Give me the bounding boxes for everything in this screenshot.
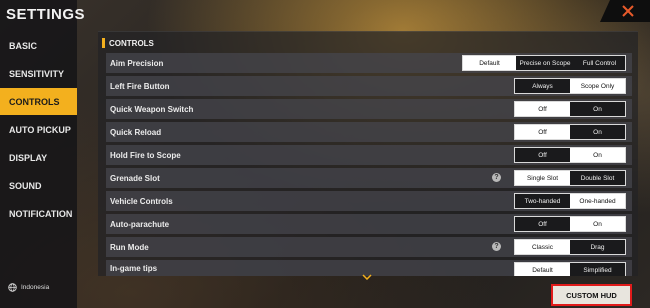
option-off[interactable]: Off (515, 217, 570, 231)
chevron-down-icon[interactable] (362, 272, 372, 282)
row-hold-fire-to-scope: Hold Fire to Scope Off On (106, 145, 632, 165)
region-selector[interactable]: Indonesia (8, 283, 49, 292)
setting-label: Auto-parachute (110, 219, 170, 229)
option-classic[interactable]: Classic (515, 240, 570, 254)
sidebar-item-auto-pickup[interactable]: AUTO PICKUP (0, 116, 77, 143)
option-always[interactable]: Always (515, 79, 570, 93)
hold-fire-to-scope-toggle: Off On (514, 147, 626, 163)
vehicle-controls-toggle: Two-handed One-handed (514, 193, 626, 209)
option-default[interactable]: Default (463, 56, 516, 70)
row-quick-reload: Quick Reload Off On (106, 122, 632, 142)
sidebar-item-sensitivity[interactable]: SENSITIVITY (0, 60, 77, 87)
region-label: Indonesia (21, 284, 50, 291)
setting-label: Left Fire Button (110, 81, 170, 91)
sidebar-item-notification[interactable]: NOTIFICATION (0, 200, 77, 227)
in-game-tips-toggle: Default Simplified (514, 262, 626, 276)
setting-label: Hold Fire to Scope (110, 150, 181, 160)
setting-label: Run Mode (110, 242, 149, 252)
option-double-slot[interactable]: Double Slot (570, 171, 625, 185)
option-off[interactable]: Off (515, 148, 570, 162)
grenade-slot-toggle: Single Slot Double Slot (514, 170, 626, 186)
quick-reload-toggle: Off On (514, 124, 626, 140)
setting-label: Vehicle Controls (110, 196, 173, 206)
section-accent-bar (102, 38, 105, 48)
sidebar: SETTINGS BASIC SENSITIVITY CONTROLS AUTO… (0, 0, 85, 308)
question-icon[interactable]: ? (492, 242, 501, 251)
aim-precision-toggle: Default Precise on Scope Full Control (462, 55, 626, 71)
option-off[interactable]: Off (515, 125, 570, 139)
sidebar-item-sound[interactable]: SOUND (0, 172, 77, 199)
controls-panel: CONTROLS Aim Precision Default Precise o… (98, 31, 638, 276)
option-on[interactable]: On (570, 148, 625, 162)
sidebar-item-display[interactable]: DISPLAY (0, 144, 77, 171)
quick-weapon-switch-toggle: Off On (514, 101, 626, 117)
sidebar-item-controls[interactable]: CONTROLS (0, 88, 77, 115)
section-title: CONTROLS (109, 38, 154, 48)
auto-parachute-toggle: Off On (514, 216, 626, 232)
option-on[interactable]: On (570, 217, 625, 231)
option-drag[interactable]: Drag (570, 240, 625, 254)
row-aim-precision: Aim Precision Default Precise on Scope F… (106, 53, 632, 73)
row-auto-parachute: Auto-parachute Off On (106, 214, 632, 234)
globe-icon (8, 283, 17, 292)
sidebar-item-basic[interactable]: BASIC (0, 32, 77, 59)
option-full-control[interactable]: Full Control (574, 56, 625, 70)
custom-hud-button[interactable]: CUSTOM HUD (551, 284, 632, 306)
option-on[interactable]: On (570, 102, 625, 116)
setting-label: Aim Precision (110, 58, 164, 68)
option-precise-on-scope[interactable]: Precise on Scope (516, 56, 574, 70)
option-single-slot[interactable]: Single Slot (515, 171, 570, 185)
question-icon[interactable]: ? (492, 173, 501, 182)
row-left-fire-button: Left Fire Button Always Scope Only (106, 76, 632, 96)
left-fire-button-toggle: Always Scope Only (514, 78, 626, 94)
close-icon (615, 4, 635, 18)
run-mode-toggle: Classic Drag (514, 239, 626, 255)
option-off[interactable]: Off (515, 102, 570, 116)
setting-label: Quick Reload (110, 127, 162, 137)
custom-hud-label: CUSTOM HUD (566, 290, 617, 300)
row-vehicle-controls: Vehicle Controls Two-handed One-handed (106, 191, 632, 211)
row-grenade-slot: Grenade Slot ? Single Slot Double Slot (106, 168, 632, 188)
setting-label: Grenade Slot (110, 173, 160, 183)
setting-label: Quick Weapon Switch (110, 104, 194, 114)
section-header: CONTROLS (102, 37, 154, 49)
option-on[interactable]: On (570, 125, 625, 139)
option-default[interactable]: Default (515, 263, 570, 276)
option-one-handed[interactable]: One-handed (570, 194, 625, 208)
setting-label: In-game tips (110, 264, 158, 273)
option-two-handed[interactable]: Two-handed (515, 194, 570, 208)
row-quick-weapon-switch: Quick Weapon Switch Off On (106, 99, 632, 119)
row-run-mode: Run Mode ? Classic Drag (106, 237, 632, 257)
option-scope-only[interactable]: Scope Only (570, 79, 625, 93)
settings-title: SETTINGS (6, 6, 86, 23)
option-simplified[interactable]: Simplified (570, 263, 625, 276)
